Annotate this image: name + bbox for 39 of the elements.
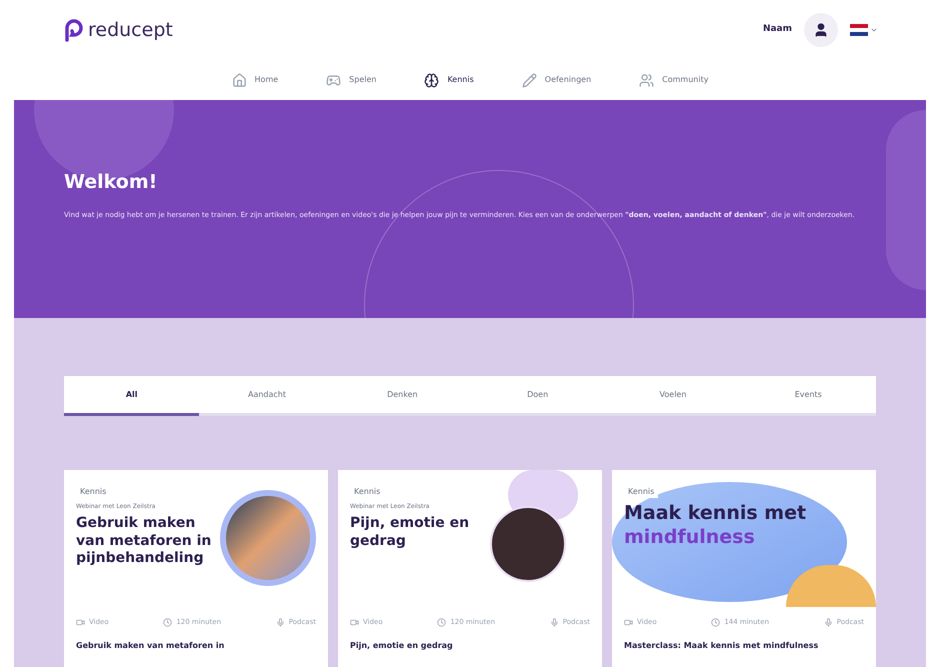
video-icon — [76, 618, 85, 627]
video-icon — [624, 618, 633, 627]
nav-link[interactable]: Community — [639, 72, 708, 88]
users-icon — [639, 72, 654, 88]
filter-tab[interactable]: Events — [740, 376, 876, 416]
avatar-button[interactable] — [804, 13, 838, 47]
card-title: Gebruik maken van metaforen in pijnbehandeling — [76, 515, 212, 568]
caret-icon — [870, 26, 878, 34]
clock-icon — [437, 618, 446, 627]
video-icon — [350, 618, 359, 627]
flag-icon — [850, 24, 868, 36]
language-button[interactable] — [850, 24, 878, 36]
filter-tab[interactable]: All — [64, 376, 200, 416]
nav-link[interactable]: Spelen — [326, 72, 376, 88]
microphone-icon — [824, 618, 833, 627]
hero-title: Welkom! — [64, 170, 158, 195]
card-caption: Pijn, emotie en gedrag — [349, 640, 454, 652]
pencil-icon — [522, 72, 537, 88]
microphone-icon — [276, 618, 285, 627]
nav-link[interactable]: Oefeningen — [522, 72, 592, 88]
user-name: Naam — [762, 23, 792, 36]
card-title: Maak kennis met mindfulness — [624, 502, 808, 550]
user-icon — [813, 22, 829, 38]
home-icon — [232, 72, 247, 88]
brain-icon — [424, 72, 440, 88]
gamepad-icon — [326, 72, 342, 88]
card-caption: Masterclass: Maak kennis met mindfulness — [623, 640, 820, 652]
nav-link[interactable]: Kennis — [424, 72, 474, 88]
clock-icon — [163, 618, 172, 627]
microphone-icon — [550, 618, 559, 627]
logo-text: reducept — [88, 18, 173, 43]
card-title: Pijn, emotie en gedrag — [350, 515, 470, 550]
filter-tab[interactable]: Voelen — [605, 376, 741, 416]
clock-icon — [711, 618, 720, 627]
filter-tab[interactable]: Denken — [334, 376, 470, 416]
card-caption: Gebruik maken van metaforen in — [75, 640, 226, 652]
filter-tab[interactable]: Aandacht — [199, 376, 335, 416]
filter-tab[interactable]: Doen — [470, 376, 606, 416]
nav-link[interactable]: Home — [232, 72, 278, 88]
